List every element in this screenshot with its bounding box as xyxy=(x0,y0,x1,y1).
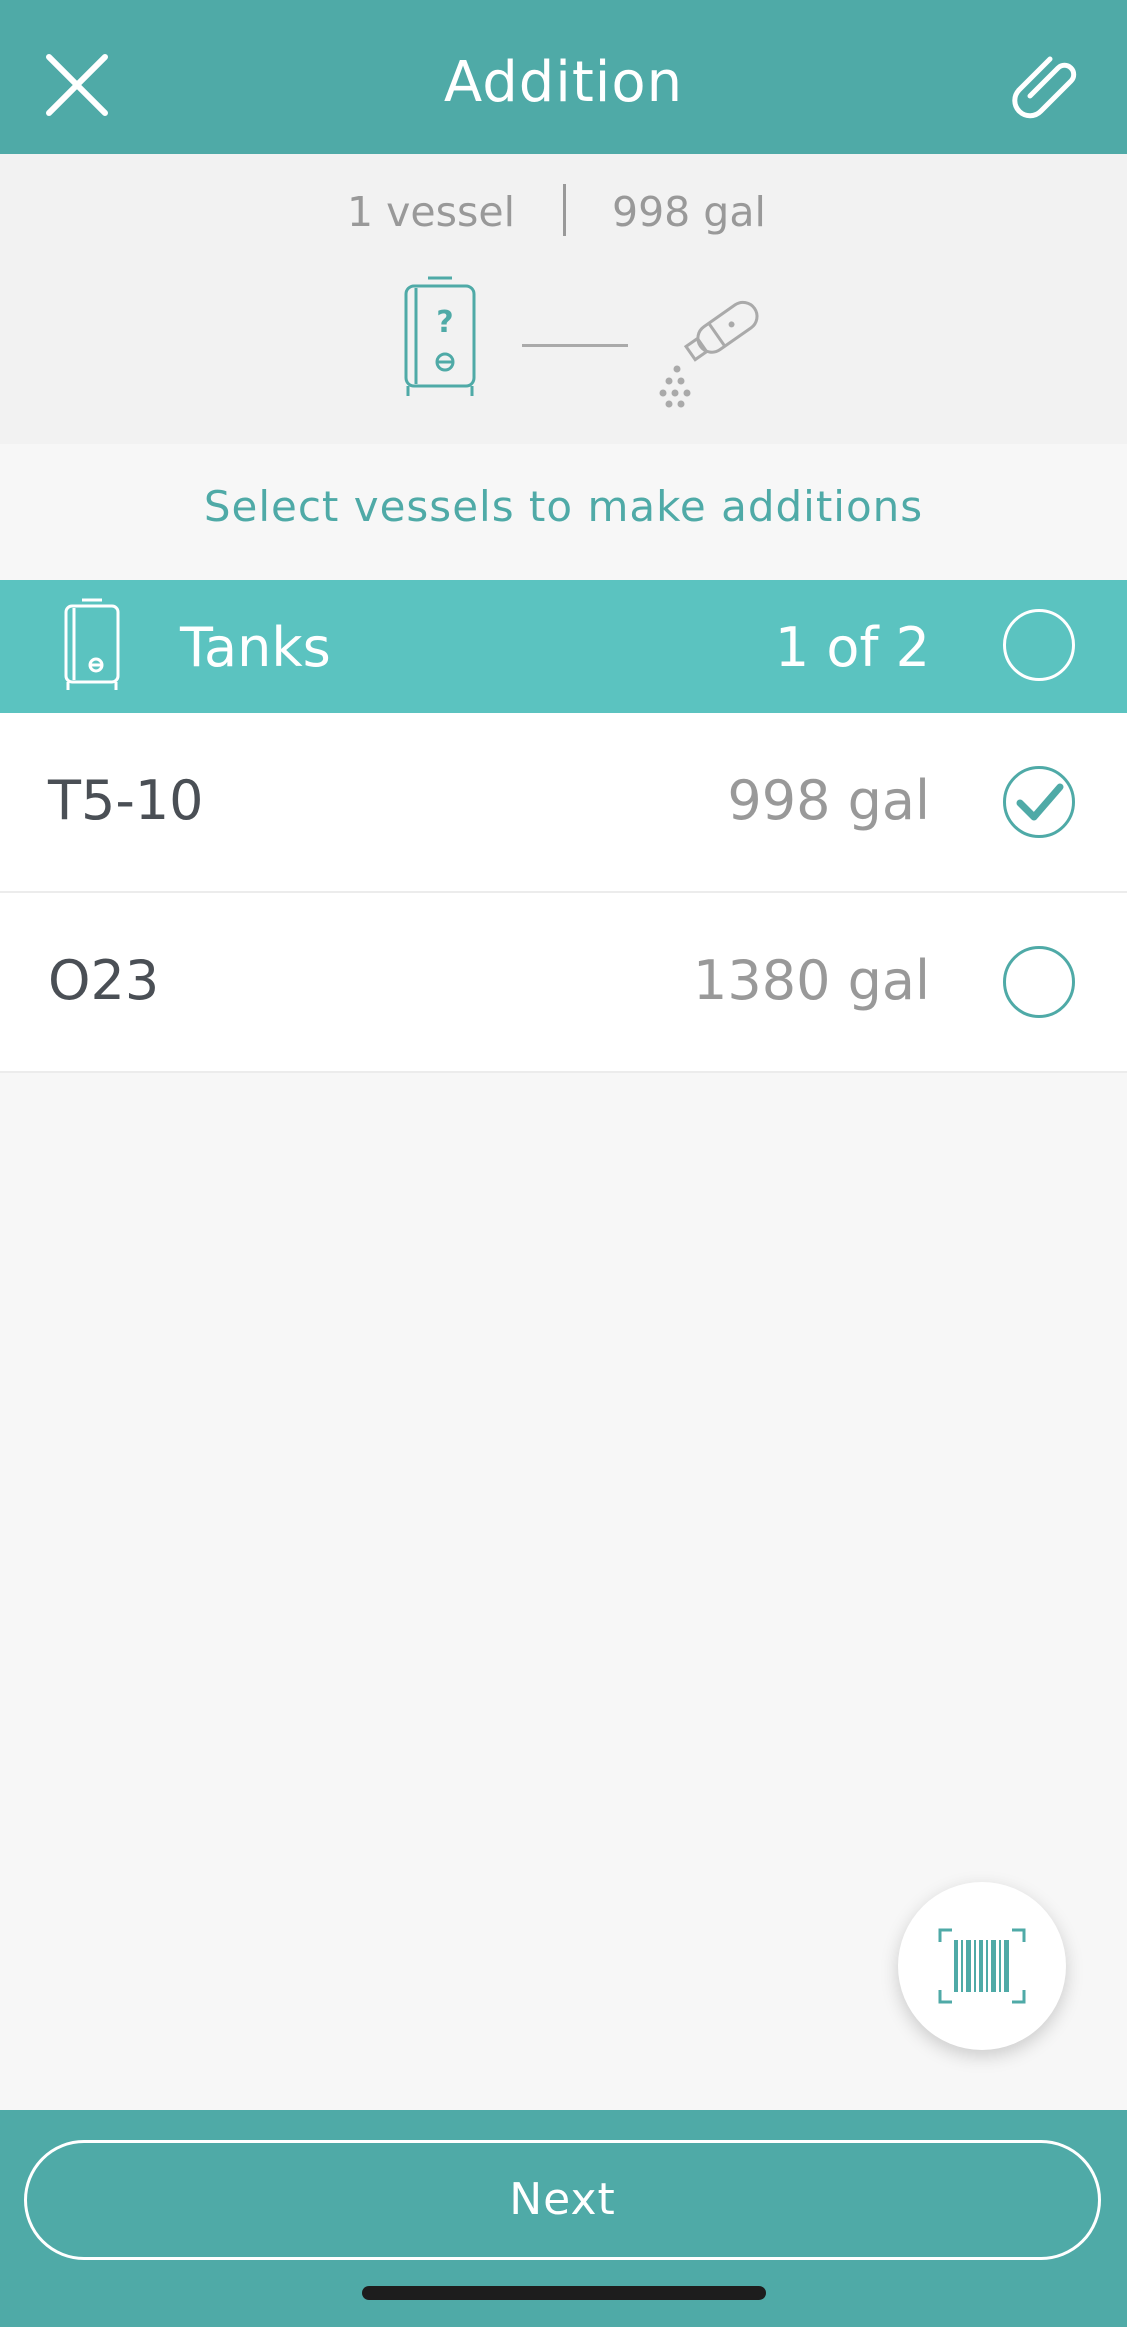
svg-text:?: ? xyxy=(436,305,453,340)
instruction-text: Select vessels to make additions xyxy=(0,444,1127,580)
vessel-name: T5-10 xyxy=(48,769,204,832)
vessel-count: 1 vessel xyxy=(347,188,515,236)
vessel-name: O23 xyxy=(48,949,160,1012)
next-button[interactable]: Next xyxy=(24,2140,1101,2260)
selection-summary: 1 vessel 998 gal ? xyxy=(0,154,1127,444)
barcode-scan-icon xyxy=(938,1928,1026,2004)
vessel-checkbox[interactable] xyxy=(1003,946,1075,1018)
barcode-scan-button[interactable] xyxy=(898,1882,1066,2050)
vessel-volume: 1380 gal xyxy=(693,949,930,1012)
tank-icon xyxy=(64,598,120,690)
checkmark-icon xyxy=(1016,783,1064,821)
total-volume: 998 gal xyxy=(612,188,766,236)
vessel-checkbox[interactable] xyxy=(1003,766,1075,838)
group-label: Tanks xyxy=(180,616,331,679)
flow-connector xyxy=(522,344,628,347)
attach-button[interactable] xyxy=(1010,52,1080,122)
group-header-tanks[interactable]: Tanks 1 of 2 xyxy=(0,580,1127,713)
vessel-row[interactable]: O23 1380 gal xyxy=(0,893,1127,1073)
home-indicator xyxy=(362,2286,766,2300)
additive-shaker-icon xyxy=(659,300,759,408)
summary-divider xyxy=(563,184,566,236)
group-selection-count: 1 of 2 xyxy=(774,616,930,679)
tank-unknown-icon: ? xyxy=(404,276,476,396)
select-all-checkbox[interactable] xyxy=(1003,609,1075,681)
page-title: Addition xyxy=(443,50,684,115)
vessel-volume: 998 gal xyxy=(727,769,930,832)
paperclip-icon xyxy=(1012,56,1077,119)
app-header: Addition xyxy=(0,0,1127,154)
vessel-row[interactable]: T5-10 998 gal xyxy=(0,713,1127,893)
